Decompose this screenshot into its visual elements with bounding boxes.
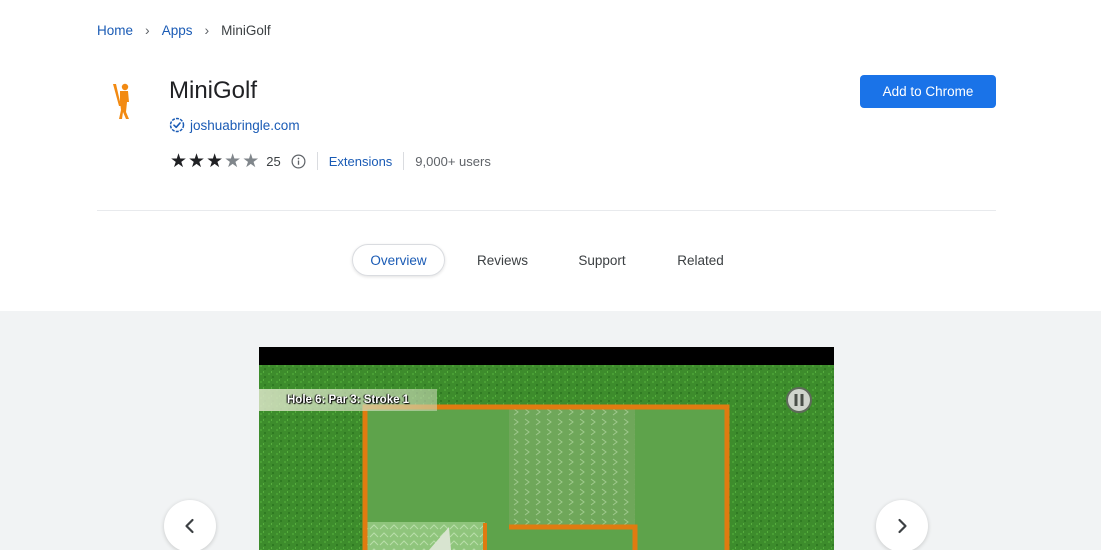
star-icon: ★	[170, 150, 188, 172]
star-icon: ★	[188, 150, 206, 172]
pause-icon	[786, 387, 812, 413]
gallery-next-button[interactable]	[876, 500, 928, 550]
chevron-right-icon: ›	[204, 22, 210, 38]
divider	[316, 152, 318, 170]
star-icon: ★	[242, 150, 260, 172]
tab-reviews[interactable]: Reviews	[445, 244, 560, 276]
chevron-right-icon	[898, 518, 907, 534]
app-title: MiniGolf	[169, 77, 258, 104]
tab-related[interactable]: Related	[644, 244, 757, 276]
meta-row: ★ ★ ★ ★ ★ 25 Extensions 9,000+ users	[170, 151, 491, 171]
verified-badge-icon	[169, 117, 185, 133]
tab-bar: Overview Reviews Support Related	[352, 244, 757, 276]
breadcrumb: Home › Apps › MiniGolf	[97, 22, 271, 38]
divider	[403, 152, 405, 170]
breadcrumb-home[interactable]: Home	[97, 23, 133, 38]
breadcrumb-current: MiniGolf	[221, 22, 271, 38]
game-screenshot[interactable]: Hole 6: Par 3: Stroke 1	[259, 347, 834, 550]
chevron-right-icon: ›	[145, 22, 150, 38]
gallery-prev-button[interactable]	[164, 500, 216, 550]
user-count: 9,000+ users	[415, 153, 491, 169]
star-icon: ★	[206, 150, 224, 172]
category-link[interactable]: Extensions	[329, 154, 393, 169]
rating-count: 25	[266, 153, 281, 169]
publisher-link[interactable]: joshuabringle.com	[169, 117, 300, 133]
info-icon[interactable]	[291, 154, 306, 169]
tab-overview[interactable]: Overview	[352, 244, 445, 276]
add-to-chrome-button[interactable]: Add to Chrome	[860, 75, 996, 108]
golfer-icon	[108, 82, 138, 122]
breadcrumb-apps[interactable]: Apps	[162, 23, 193, 38]
chevron-left-icon	[185, 518, 194, 534]
tab-support[interactable]: Support	[560, 244, 644, 276]
star-icon: ★	[224, 150, 242, 172]
publisher-name: joshuabringle.com	[190, 117, 300, 133]
rating-stars: ★ ★ ★ ★ ★	[170, 152, 260, 171]
section-divider	[97, 210, 996, 211]
hole-status-text: Hole 6: Par 3: Stroke 1	[287, 394, 410, 406]
